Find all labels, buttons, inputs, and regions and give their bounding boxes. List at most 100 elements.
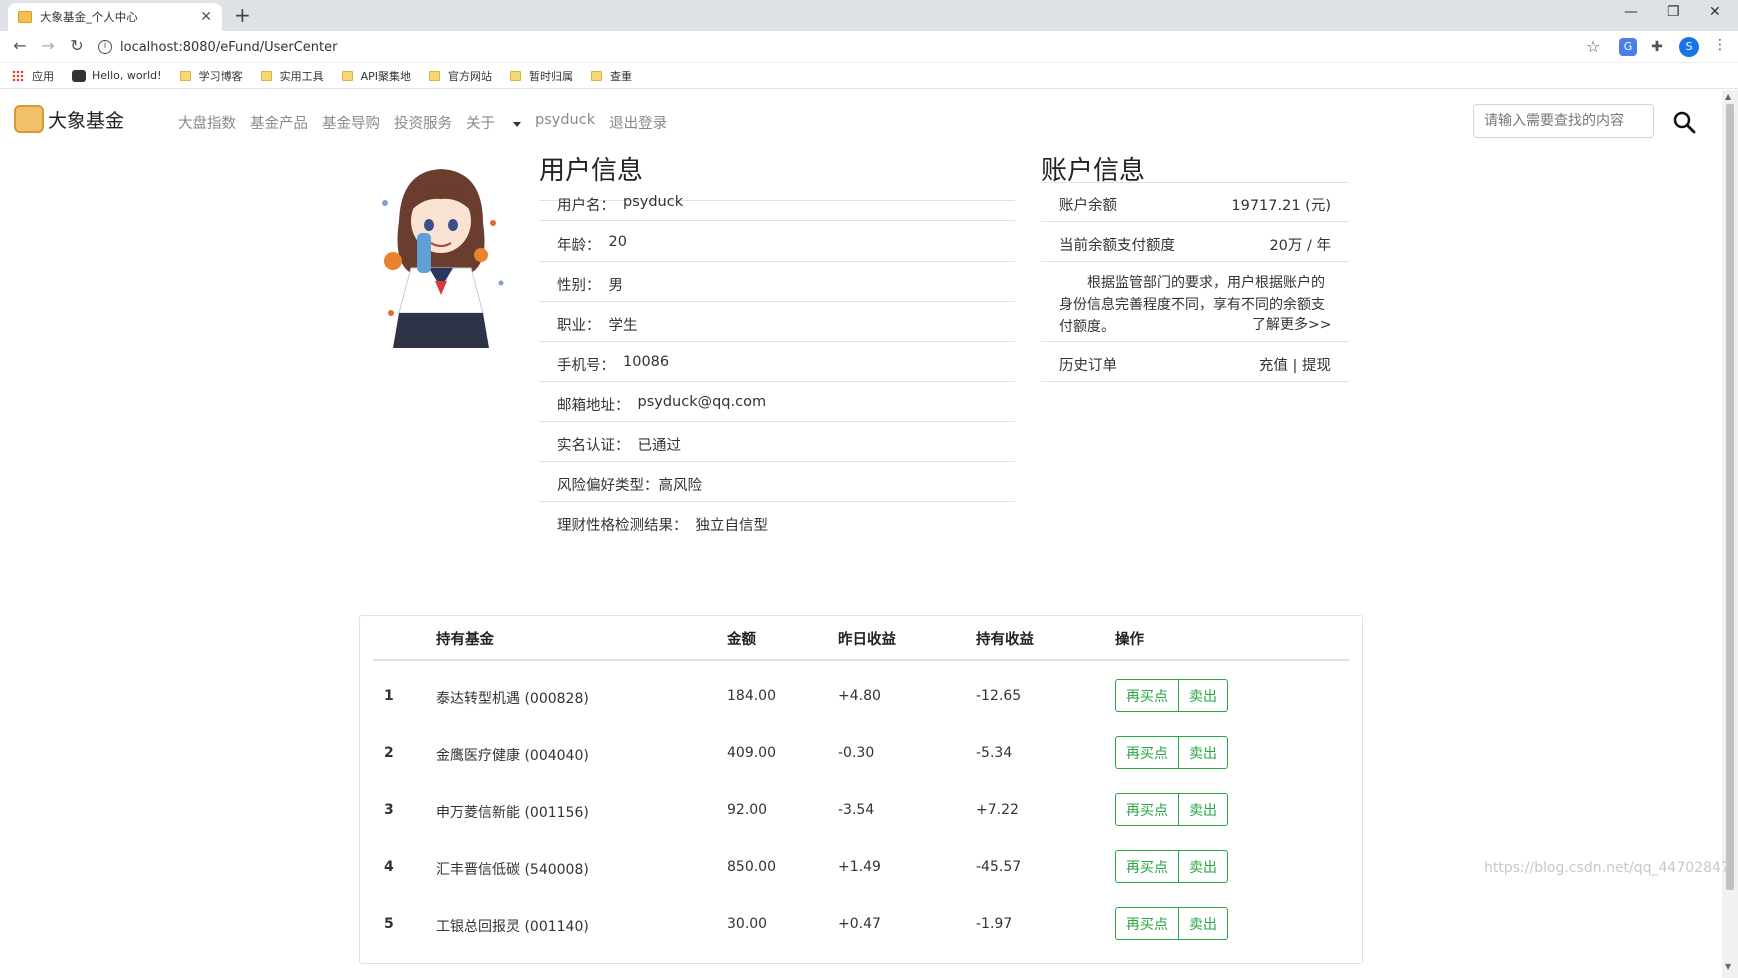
- buy-more-button[interactable]: 再买点: [1115, 850, 1179, 883]
- divider: [539, 301, 1015, 302]
- fund-amount: 409.00: [727, 745, 776, 761]
- url-field[interactable]: i localhost:8080/eFund/UserCenter: [98, 34, 1598, 60]
- bookmark-folder[interactable]: 实用工具: [260, 68, 324, 84]
- fund-amount: 92.00: [727, 802, 768, 818]
- scroll-up-icon[interactable]: ▲: [1725, 92, 1731, 101]
- bookmark-apps[interactable]: 应用: [12, 68, 54, 84]
- new-tab-icon[interactable]: +: [234, 3, 251, 27]
- bookmark-folder[interactable]: 查重: [590, 68, 632, 84]
- divider: [539, 261, 1015, 262]
- fund-amount: 850.00: [727, 859, 776, 875]
- yesterday-return: +4.80: [838, 688, 881, 704]
- fund-action-group: 再买点 卖出: [1115, 736, 1228, 769]
- nav-username[interactable]: psyduck: [535, 112, 595, 133]
- minimize-icon[interactable]: —: [1624, 4, 1638, 20]
- user-field-risk-type: 风险偏好类型： 高风险: [557, 478, 702, 494]
- buy-more-button[interactable]: 再买点: [1115, 793, 1179, 826]
- sell-button[interactable]: 卖出: [1179, 907, 1228, 940]
- nav-link-fund-guide[interactable]: 基金导购: [322, 112, 380, 133]
- scrollbar-thumb[interactable]: [1726, 104, 1734, 890]
- recharge-link[interactable]: 充值: [1259, 358, 1288, 374]
- nav-link-investment-service[interactable]: 投资服务: [394, 112, 452, 133]
- fund-action-group: 再买点 卖出: [1115, 793, 1228, 826]
- folder-icon: [341, 70, 353, 81]
- bookmark-folder[interactable]: API聚集地: [341, 68, 411, 84]
- nav-link-market-index[interactable]: 大盘指数: [178, 112, 236, 133]
- user-field-username: 用户名： psyduck: [557, 194, 684, 214]
- scroll-down-icon[interactable]: ▼: [1725, 962, 1731, 971]
- browser-menu-icon[interactable]: ⋮: [1713, 37, 1727, 53]
- recharge-withdraw-links: 充值 | 提现: [1259, 354, 1331, 375]
- bookmark-hello-world[interactable]: Hello, world!: [72, 69, 162, 82]
- bookmark-folder[interactable]: 暂时归属: [509, 68, 573, 84]
- url-text: localhost:8080/eFund/UserCenter: [120, 39, 338, 55]
- payment-limit-row: 当前余额支付额度 20万 / 年: [1059, 234, 1331, 255]
- bookmark-star-icon[interactable]: ☆: [1586, 37, 1600, 56]
- address-bar: ← → ↻ i localhost:8080/eFund/UserCenter …: [0, 31, 1738, 63]
- nav-link-fund-products[interactable]: 基金产品: [250, 112, 308, 133]
- window-close-icon[interactable]: ✕: [1709, 4, 1721, 20]
- payment-limit-label: 当前余额支付额度: [1059, 238, 1175, 254]
- withdraw-link[interactable]: 提现: [1302, 358, 1331, 374]
- sell-button[interactable]: 卖出: [1179, 736, 1228, 769]
- buy-more-button[interactable]: 再买点: [1115, 907, 1179, 940]
- brand-logo[interactable]: 大象基金: [14, 105, 124, 133]
- search-input[interactable]: [1473, 104, 1654, 138]
- sell-button[interactable]: 卖出: [1179, 679, 1228, 712]
- balance-value: 19717.21 (元): [1231, 198, 1331, 214]
- divider: [1041, 381, 1349, 382]
- folder-icon: [590, 70, 602, 81]
- search-icon[interactable]: [1672, 110, 1696, 134]
- user-field-phone: 手机号： 10086: [557, 354, 670, 374]
- translate-extension-icon[interactable]: G: [1619, 38, 1637, 56]
- fund-name: 金鹰医疗健康 (004040): [436, 748, 589, 764]
- learn-more-link[interactable]: 了解更多>>: [1252, 314, 1331, 334]
- divider: [539, 501, 1015, 502]
- divider: [539, 381, 1015, 382]
- row-number: 2: [384, 745, 394, 761]
- profile-avatar[interactable]: S: [1679, 37, 1699, 57]
- site-info-icon[interactable]: i: [98, 40, 112, 54]
- reload-icon[interactable]: ↻: [63, 36, 91, 55]
- brand-name: 大象基金: [48, 109, 125, 132]
- nav-logout[interactable]: 退出登录: [609, 112, 667, 133]
- restore-icon[interactable]: ❐: [1667, 4, 1680, 20]
- nav-about-dropdown[interactable]: 关于: [466, 112, 521, 133]
- browser-tab[interactable]: 大象基金_个人中心 ✕: [8, 3, 222, 31]
- yesterday-return: -3.54: [838, 802, 875, 818]
- extensions-puzzle-icon[interactable]: ✚: [1648, 38, 1666, 56]
- fund-name: 工银总回报灵 (001140): [436, 919, 589, 935]
- folder-icon: [260, 70, 272, 81]
- holding-return: -1.97: [976, 916, 1013, 932]
- fund-amount: 30.00: [727, 916, 768, 932]
- back-icon[interactable]: ←: [6, 36, 34, 55]
- folder-icon: [509, 70, 521, 81]
- user-field-occupation: 职业： 学生: [557, 318, 638, 334]
- yesterday-return: +1.49: [838, 859, 881, 875]
- user-field-personality: 理财性格检测结果： 独立自信型: [557, 518, 768, 534]
- col-header-yesterday: 昨日收益: [838, 632, 896, 648]
- user-field-verification: 实名认证： 已通过: [557, 438, 681, 454]
- bookmark-folder[interactable]: 学习博客: [179, 68, 243, 84]
- bookmark-page-icon: [72, 69, 86, 82]
- holding-return: -12.65: [976, 688, 1022, 704]
- fund-action-group: 再买点 卖出: [1115, 850, 1228, 883]
- divider: [1041, 182, 1349, 183]
- site-favicon-icon: [18, 11, 32, 23]
- buy-more-button[interactable]: 再买点: [1115, 736, 1179, 769]
- history-orders-link[interactable]: 历史订单: [1059, 354, 1117, 375]
- apps-grid-icon: [12, 69, 24, 82]
- sell-button[interactable]: 卖出: [1179, 850, 1228, 883]
- history-orders-row: 历史订单 充值 | 提现: [1059, 354, 1331, 375]
- bookmark-folder[interactable]: 官方网站: [428, 68, 492, 84]
- page-scrollbar[interactable]: ▲ ▼: [1722, 90, 1738, 978]
- buy-more-button[interactable]: 再买点: [1115, 679, 1179, 712]
- sell-button[interactable]: 卖出: [1179, 793, 1228, 826]
- close-tab-icon[interactable]: ✕: [200, 9, 212, 25]
- user-info-title: 用户信息: [539, 156, 644, 186]
- row-number: 1: [384, 688, 394, 704]
- user-avatar: [371, 163, 511, 353]
- bookmarks-bar: 应用 Hello, world! 学习博客 实用工具 API聚集地 官方网站 暂…: [0, 63, 1738, 89]
- divider: [1041, 341, 1349, 342]
- forward-icon[interactable]: →: [34, 36, 62, 55]
